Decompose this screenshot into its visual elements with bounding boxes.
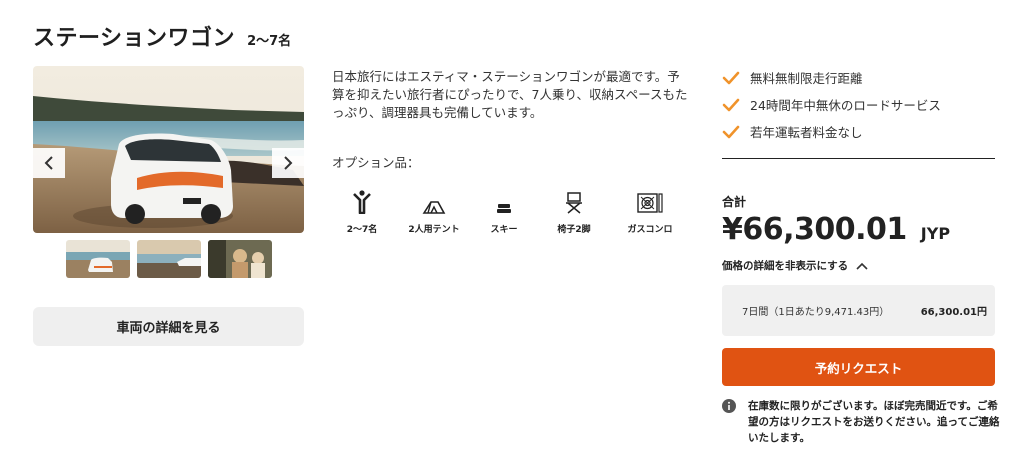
feature-label: 無料無制限走行距離 xyxy=(750,71,863,86)
stock-notice: 在庫数に限りがございます。ほぼ完売間近です。ご希望の方はリクエストをお送りくださ… xyxy=(722,398,1002,446)
option-item: ガスコンロ xyxy=(618,188,682,235)
option-label: ガスコンロ xyxy=(627,225,673,235)
price-details-toggle[interactable]: 価格の詳細を非表示にする xyxy=(722,258,868,273)
vehicle-name: ステーションワゴン xyxy=(33,26,236,51)
chevron-right-icon xyxy=(284,156,293,170)
carousel-next-button[interactable] xyxy=(272,148,304,178)
option-item: 2〜7名 xyxy=(330,188,394,235)
option-label: スキー xyxy=(490,225,518,235)
price-details-toggle-label: 価格の詳細を非表示にする xyxy=(722,260,849,272)
total-label: 合計 xyxy=(722,195,747,209)
breakdown-value: 66,300.01円 xyxy=(920,307,987,318)
gas-stove-icon xyxy=(637,193,663,213)
option-label: 椅子2脚 xyxy=(557,225,591,235)
option-item: スキー xyxy=(472,188,536,235)
option-item: 2人用テント xyxy=(402,188,466,235)
image-carousel[interactable] xyxy=(33,66,304,233)
vehicle-details-button[interactable]: 車両の詳細を見る xyxy=(33,307,304,346)
checkmark-icon xyxy=(722,71,740,84)
chevron-left-icon xyxy=(44,156,53,170)
ski-icon xyxy=(497,204,511,213)
vehicle-description: 日本旅行にはエスティマ・ステーションワゴンが最適です。予算を抑えたい旅行者にぴっ… xyxy=(332,69,688,120)
checkmark-icon xyxy=(722,98,740,111)
price-amount: ¥66,300.01 xyxy=(722,212,907,247)
feature-list: 無料無制限走行距離 24時間年中無休のロードサービス 若年運転者料金なし xyxy=(722,64,941,145)
stock-notice-text: 在庫数に限りがございます。ほぼ完売間近です。ご希望の方はリクエストをお送りくださ… xyxy=(748,400,1000,444)
feature-item: 24時間年中無休のロードサービス xyxy=(722,91,941,118)
divider xyxy=(722,158,995,159)
price-breakdown: 7日間（1日あたり9,471.43円） 66,300.01円 xyxy=(722,285,995,336)
checkmark-icon xyxy=(722,125,740,138)
person-icon xyxy=(353,190,371,214)
feature-label: 若年運転者料金なし xyxy=(750,125,863,140)
chair-icon xyxy=(566,192,582,214)
option-label: 2〜7名 xyxy=(346,225,378,235)
breakdown-label: 7日間（1日あたり9,471.43円） xyxy=(742,307,890,318)
price-currency: JYP xyxy=(920,224,951,243)
option-label: 2人用テント xyxy=(408,225,460,235)
main-photo xyxy=(33,66,304,233)
thumbnail-2[interactable] xyxy=(137,240,201,278)
info-icon xyxy=(722,399,736,413)
feature-label: 24時間年中無休のロードサービス xyxy=(750,98,941,113)
option-item: 椅子2脚 xyxy=(542,188,606,235)
tent-icon xyxy=(422,201,446,214)
thumbnail-3[interactable] xyxy=(208,240,272,278)
thumbnail-1[interactable] xyxy=(66,240,130,278)
feature-item: 若年運転者料金なし xyxy=(722,118,941,145)
booking-request-button[interactable]: 予約リクエスト xyxy=(722,348,995,386)
thumbnail-strip xyxy=(66,240,272,278)
vehicle-title: ステーションワゴン 2〜7名 xyxy=(33,20,291,52)
carousel-prev-button[interactable] xyxy=(33,148,65,178)
chevron-up-icon xyxy=(856,262,868,270)
price: ¥66,300.01 JYP xyxy=(722,212,950,247)
options-title: オプション品： xyxy=(332,155,420,170)
feature-item: 無料無制限走行距離 xyxy=(722,64,941,91)
vehicle-capacity: 2〜7名 xyxy=(247,34,292,49)
